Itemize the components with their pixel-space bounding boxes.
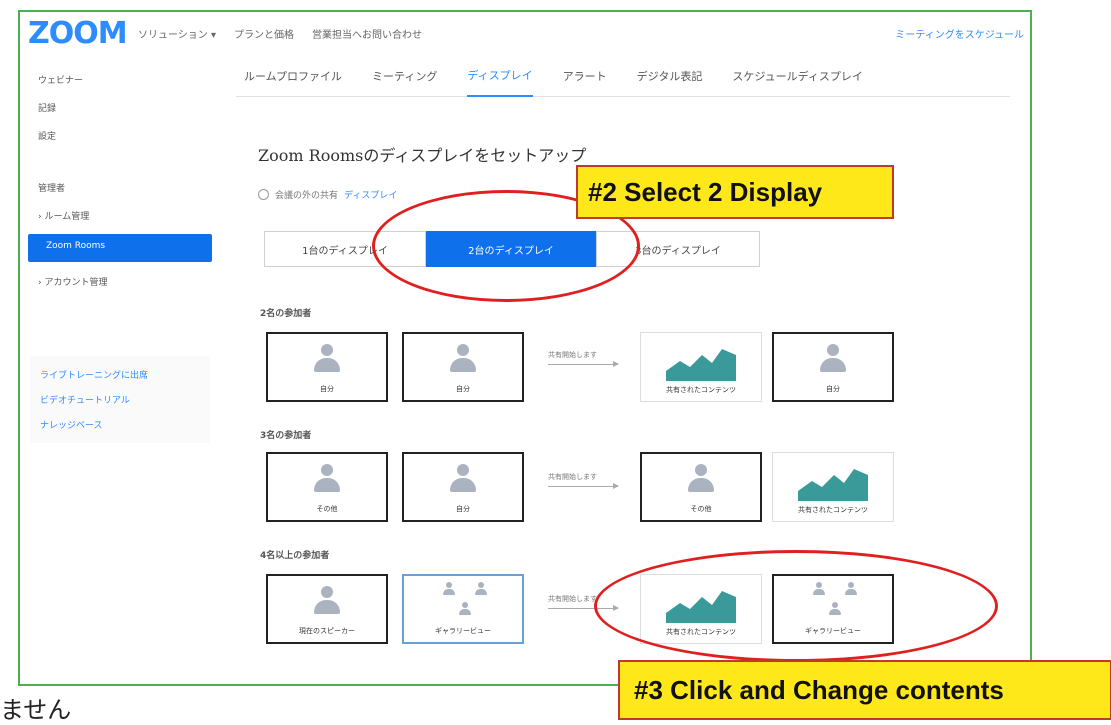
help-link-video-tutorials[interactable]: ビデオチュートリアル [30,387,210,412]
highlight-ellipse-contents [594,550,998,662]
display-card-shared-1[interactable]: 共有されたコンテンツ [640,332,762,402]
share-arrow: 共有開始します [548,472,619,489]
three-participant-label: 3名の参加者 [260,431,312,441]
sidebar-item-zoom-rooms[interactable]: Zoom Rooms [28,234,212,262]
callout-click-change-contents: #3 Click and Change contents [618,660,1111,720]
settings-tabs: ルームプロファイル ミーティング ディスプレイ アラート デジタル表記 スケジュ… [236,56,1010,97]
help-link-live-training[interactable]: ライブトレーニングに出席 [30,362,210,387]
person-icon [442,582,456,596]
sidebar-section-admin: 管理者 [38,184,66,194]
nav-pricing[interactable]: プランと価格 [234,26,294,41]
display-card-gallery-1[interactable]: ギャラリービュー [402,574,524,644]
person-icon [312,464,342,494]
display-card-you-2[interactable]: 自分 [402,332,524,402]
display-card-other-2[interactable]: その他 [640,452,762,522]
tab-alerts[interactable]: アラート [563,68,607,84]
nav-solutions[interactable]: ソリューション ▾ [138,26,216,41]
sidebar-item-webinar[interactable]: ウェビナー [20,66,212,94]
person-icon [818,344,848,374]
help-links-panel: ライブトレーニングに出席 ビデオチュートリアル ナレッジベース [30,356,210,443]
display-link[interactable]: ディスプレイ [344,188,397,201]
content-chart-icon [666,349,736,381]
nav-contact-sales[interactable]: 営業担当へお問い合わせ [312,26,422,41]
person-icon [458,602,472,616]
share-outside-label: 会議の外の共有 [275,191,339,201]
callout-select-2-display: #2 Select 2 Display [576,165,894,219]
help-link-knowledge-base[interactable]: ナレッジベース [30,412,210,437]
share-arrow: 共有開始します [548,350,619,367]
tab-display[interactable]: ディスプレイ [467,55,533,97]
display-card-shared-2[interactable]: 共有されたコンテンツ [772,452,894,522]
person-icon [448,464,478,494]
sidebar-item-account[interactable]: › アカウント管理 [20,268,212,296]
two-participant-label: 2名の参加者 [260,309,312,319]
display-card-you-3[interactable]: 自分 [772,332,894,402]
person-icon [312,344,342,374]
schedule-meeting-link[interactable]: ミーティングをスケジュール [895,26,1024,41]
share-outside-option: 会議の外の共有 ディスプレイ [258,188,397,201]
person-icon [448,344,478,374]
person-icon [474,582,488,596]
content-chart-icon [798,469,868,501]
display-card-speaker-1[interactable]: 現在のスピーカー [266,574,388,644]
sidebar-item-room-management[interactable]: › ルーム管理 [20,202,212,230]
setup-heading: Zoom Roomsのディスプレイをセットアップ [258,146,587,165]
top-nav: ソリューション ▾ プランと価格 営業担当へお問い合わせ [138,26,422,41]
display-card-you-1[interactable]: 自分 [266,332,388,402]
tab-scheduling-display[interactable]: スケジュールディスプレイ [732,68,862,84]
sidebar-item-settings[interactable]: 設定 [20,122,212,150]
display-card-you-4[interactable]: 自分 [402,452,524,522]
person-icon [686,464,716,494]
sidebar-item-recordings[interactable]: 記録 [20,94,212,122]
top-bar: ZOOM ソリューション ▾ プランと価格 営業担当へお問い合わせ ミーティング… [20,12,1030,52]
person-icon [312,586,342,616]
tab-digital-signage[interactable]: デジタル表記 [637,68,703,84]
tab-room-profile[interactable]: ルームプロファイル [244,68,342,84]
sidebar: ウェビナー 記録 設定 管理者 › ルーム管理 Zoom Rooms › アカウ… [20,66,212,443]
four-plus-participant-label: 4名以上の参加者 [260,551,330,561]
zoom-logo[interactable]: ZOOM [28,16,128,51]
tab-meeting[interactable]: ミーティング [372,68,437,84]
display-card-other-1[interactable]: その他 [266,452,388,522]
share-outside-radio[interactable] [258,189,269,200]
